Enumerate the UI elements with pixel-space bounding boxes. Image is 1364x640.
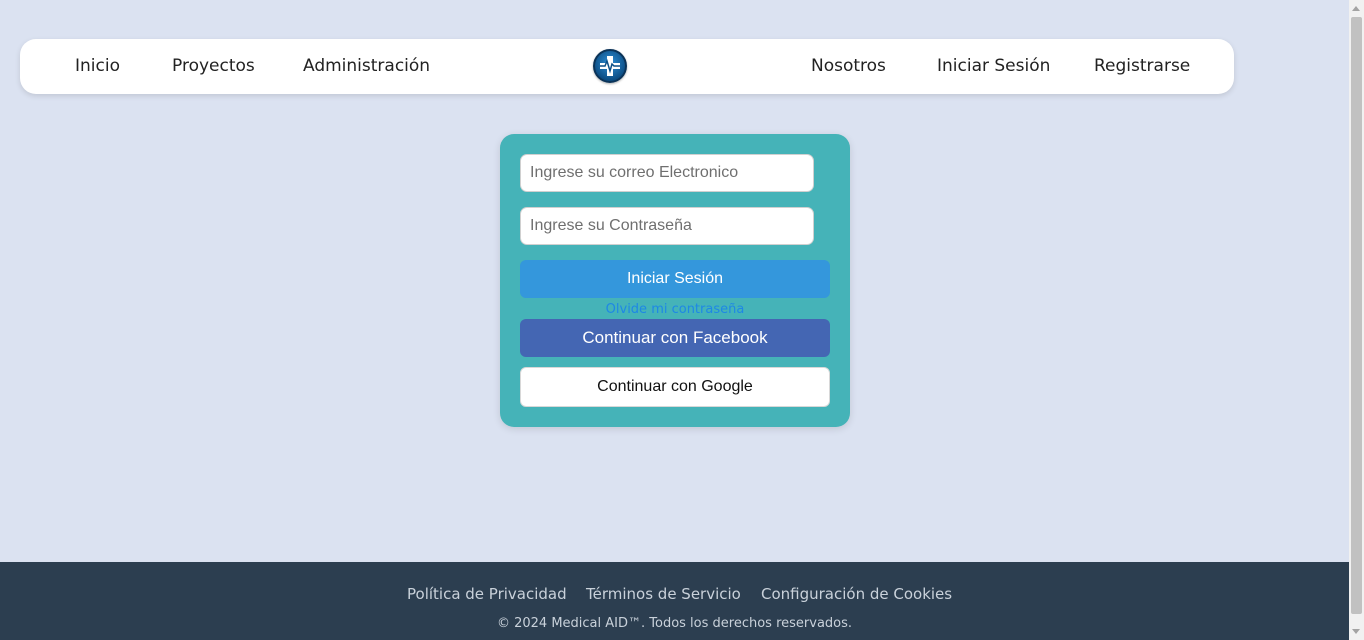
login-button[interactable]: Iniciar Sesión — [520, 260, 830, 298]
password-input[interactable] — [520, 207, 814, 245]
forgot-password-link[interactable]: Olvide mi contraseña — [500, 302, 850, 317]
footer-link-privacy[interactable]: Política de Privacidad — [407, 585, 567, 603]
email-input[interactable] — [520, 154, 814, 192]
medical-cross-icon[interactable] — [593, 49, 627, 83]
facebook-login-button[interactable]: Continuar con Facebook — [520, 319, 830, 357]
navbar: Inicio Proyectos Administración Nosotros… — [20, 39, 1234, 94]
scroll-down-icon[interactable] — [1352, 629, 1360, 634]
footer: Política de Privacidad Términos de Servi… — [0, 562, 1349, 640]
nav-link-administracion[interactable]: Administración — [303, 39, 430, 94]
scroll-up-icon[interactable] — [1352, 6, 1360, 11]
nav-link-inicio[interactable]: Inicio — [75, 39, 120, 94]
footer-link-terms[interactable]: Términos de Servicio — [586, 585, 741, 603]
nav-link-proyectos[interactable]: Proyectos — [172, 39, 255, 94]
google-login-button[interactable]: Continuar con Google — [520, 367, 830, 407]
nav-link-iniciar-sesion[interactable]: Iniciar Sesión — [937, 39, 1050, 94]
vertical-scrollbar[interactable] — [1349, 0, 1364, 640]
nav-link-registrarse[interactable]: Registrarse — [1094, 39, 1190, 94]
login-card: Iniciar Sesión Olvide mi contraseña Cont… — [500, 134, 850, 427]
nav-link-nosotros[interactable]: Nosotros — [811, 39, 886, 94]
copyright-text: © 2024 Medical AID™. Todos los derechos … — [496, 616, 853, 631]
footer-link-cookies[interactable]: Configuración de Cookies — [761, 585, 952, 603]
scroll-thumb[interactable] — [1351, 17, 1362, 614]
